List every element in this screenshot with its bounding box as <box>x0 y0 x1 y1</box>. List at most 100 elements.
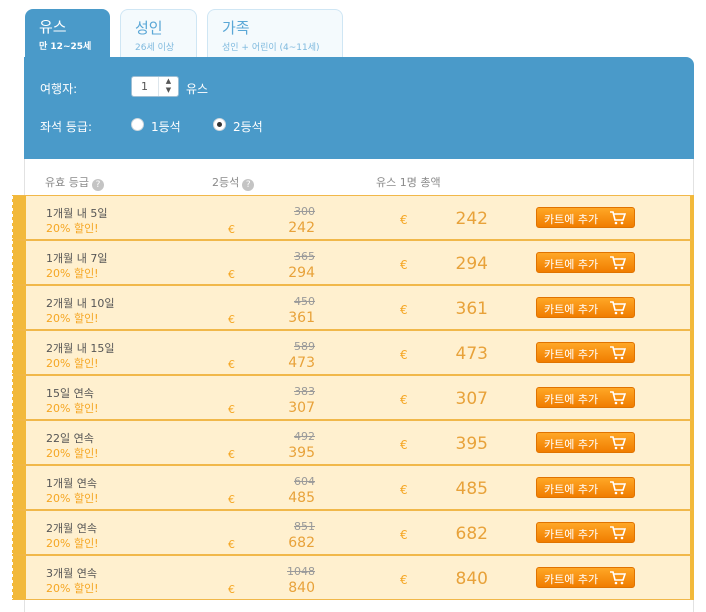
total-price: 395 <box>455 434 488 454</box>
stepper-arrows-icon[interactable]: ▲ ▼ <box>158 77 178 96</box>
add-to-cart-button[interactable]: 카트에 추가 <box>536 477 635 498</box>
question-circle-icon[interactable]: ? <box>242 179 255 191</box>
table-row: 2개월 내 10일 20% 할인! 450 €361 €361 카트에 추가 <box>11 285 694 330</box>
pass-name: 2개월 내 10일 <box>46 297 115 310</box>
total-price: 473 <box>455 344 488 364</box>
add-to-cart-button[interactable]: 카트에 추가 <box>536 432 635 453</box>
original-price: 365 <box>294 250 315 263</box>
table-row: 3개월 연속 20% 할인! 1048 €840 €840 카트에 추가 <box>11 555 694 600</box>
discount-label: 20% 할인! <box>46 582 99 595</box>
discount-label: 20% 할인! <box>46 447 99 460</box>
class-2nd-label[interactable]: 2등석 <box>233 118 263 135</box>
add-to-cart-button[interactable]: 카트에 추가 <box>536 207 635 228</box>
total-price: 294 <box>455 254 488 274</box>
total-price: 682 <box>455 524 488 544</box>
currency-symbol: € <box>400 393 408 407</box>
travelers-count: 1 <box>141 80 148 93</box>
discount-label: 20% 할인! <box>46 492 99 505</box>
travelers-stepper[interactable]: 1 ▲ ▼ <box>131 76 179 97</box>
currency-symbol: € <box>400 483 408 497</box>
pass-name: 3개월 연속 <box>46 567 97 580</box>
shopping-cart-icon <box>610 346 626 360</box>
currency-symbol: € <box>228 538 235 551</box>
currency-symbol: € <box>228 403 235 416</box>
original-price: 383 <box>294 385 315 398</box>
table-row: 2개월 내 15일 20% 할인! 589 €473 €473 카트에 추가 <box>11 330 694 375</box>
shopping-cart-icon <box>610 436 626 450</box>
currency-symbol: € <box>400 303 408 317</box>
tab-adult[interactable]: 성인 26세 이상 <box>120 9 197 57</box>
class-1st-label[interactable]: 1등석 <box>151 118 181 135</box>
table-row: 1개월 연속 20% 할인! 604 €485 €485 카트에 추가 <box>11 465 694 510</box>
discounted-price: 485 <box>288 490 315 506</box>
tab-youth-subtitle: 만 12~25세 <box>39 42 92 52</box>
tab-family-subtitle: 성인 + 어린이 (4~11세) <box>222 43 320 53</box>
add-to-cart-button[interactable]: 카트에 추가 <box>536 297 635 318</box>
currency-symbol: € <box>400 573 408 587</box>
currency-symbol: € <box>400 213 408 227</box>
original-price: 450 <box>294 295 315 308</box>
table-row: 15일 연속 20% 할인! 383 €307 €307 카트에 추가 <box>11 375 694 420</box>
total-price: 307 <box>455 389 488 409</box>
add-to-cart-button[interactable]: 카트에 추가 <box>536 252 635 273</box>
tab-youth-title: 유스 <box>39 18 67 36</box>
currency-symbol: € <box>228 358 235 371</box>
class-label: 좌석 등급: <box>40 120 93 134</box>
tab-family[interactable]: 가족 성인 + 어린이 (4~11세) <box>207 9 343 57</box>
discount-label: 20% 할인! <box>46 312 99 325</box>
add-to-cart-label: 카트에 추가 <box>544 393 599 406</box>
header-class: 2등석? <box>212 174 255 191</box>
discounted-price: 307 <box>288 400 315 416</box>
add-to-cart-label: 카트에 추가 <box>544 258 599 271</box>
discount-label: 20% 할인! <box>46 222 99 235</box>
class-1st-radio[interactable] <box>131 118 144 131</box>
discounted-price: 242 <box>288 220 315 236</box>
tab-adult-title: 성인 <box>135 19 163 37</box>
currency-symbol: € <box>400 258 408 272</box>
original-price: 300 <box>294 205 315 218</box>
add-to-cart-label: 카트에 추가 <box>544 303 599 316</box>
shopping-cart-icon <box>610 211 626 225</box>
header-total-label: 유스 1명 총액 <box>376 176 441 189</box>
question-circle-icon[interactable]: ? <box>91 179 104 191</box>
travelers-unit: 유스 <box>186 82 209 96</box>
total-price: 242 <box>455 209 488 229</box>
discount-label: 20% 할인! <box>46 267 99 280</box>
add-to-cart-button[interactable]: 카트에 추가 <box>536 567 635 588</box>
currency-symbol: € <box>228 493 235 506</box>
currency-symbol: € <box>228 268 235 281</box>
discounted-price: 840 <box>288 580 315 596</box>
add-to-cart-label: 카트에 추가 <box>544 438 599 451</box>
add-to-cart-label: 카트에 추가 <box>544 573 599 586</box>
original-price: 851 <box>294 520 315 533</box>
table-row: 2개월 연속 20% 할인! 851 €682 €682 카트에 추가 <box>11 510 694 555</box>
add-to-cart-button[interactable]: 카트에 추가 <box>536 387 635 408</box>
header-validity: 유효 등급? <box>45 174 104 191</box>
discounted-price: 473 <box>288 355 315 371</box>
discount-label: 20% 할인! <box>46 537 99 550</box>
options-panel: 여행자: 1 ▲ ▼ 유스 좌석 등급: 1등석 2등석 <box>24 57 694 159</box>
add-to-cart-button[interactable]: 카트에 추가 <box>536 522 635 543</box>
pass-name: 2개월 연속 <box>46 522 97 535</box>
class-2nd-radio[interactable] <box>213 118 226 131</box>
currency-symbol: € <box>228 583 235 596</box>
total-price: 485 <box>455 479 488 499</box>
discount-label: 20% 할인! <box>46 402 99 415</box>
tab-youth[interactable]: 유스 만 12~25세 <box>25 9 110 57</box>
discounted-price: 361 <box>288 310 315 326</box>
header-class-label: 2등석 <box>212 176 240 189</box>
table-row: 1개월 내 5일 20% 할인! 300 €242 €242 카트에 추가 <box>11 195 694 240</box>
pass-name: 2개월 내 15일 <box>46 342 115 355</box>
total-price: 840 <box>455 569 488 589</box>
add-to-cart-label: 카트에 추가 <box>544 528 599 541</box>
original-price: 492 <box>294 430 315 443</box>
pass-name: 1개월 내 7일 <box>46 252 108 265</box>
currency-symbol: € <box>400 528 408 542</box>
discount-label: 20% 할인! <box>46 357 99 370</box>
total-price: 361 <box>455 299 488 319</box>
shopping-cart-icon <box>610 571 626 585</box>
currency-symbol: € <box>228 313 235 326</box>
add-to-cart-label: 카트에 추가 <box>544 483 599 496</box>
table-row: 1개월 내 7일 20% 할인! 365 €294 €294 카트에 추가 <box>11 240 694 285</box>
add-to-cart-button[interactable]: 카트에 추가 <box>536 342 635 363</box>
